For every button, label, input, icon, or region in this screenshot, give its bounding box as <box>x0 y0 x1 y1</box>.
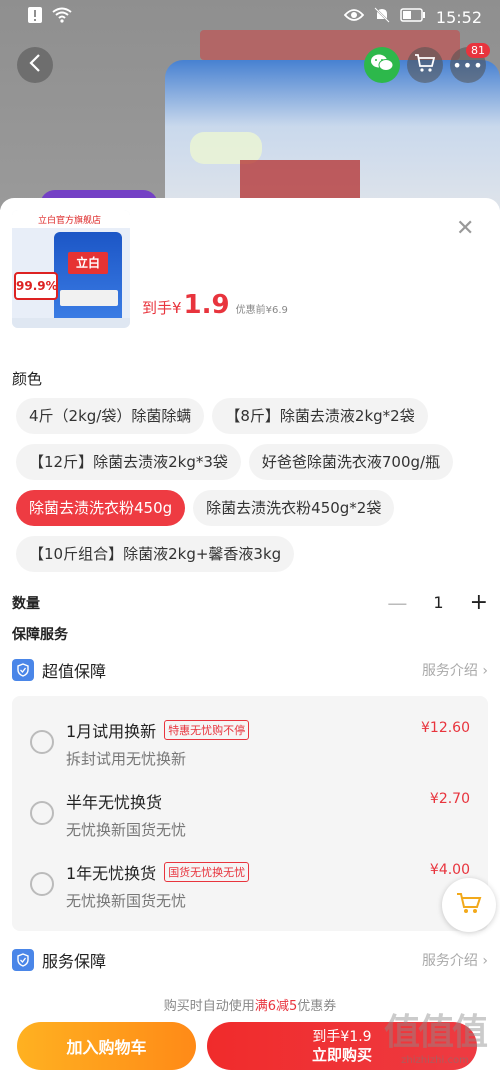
alert-icon <box>28 6 42 28</box>
color-section-title: 颜色 <box>12 370 43 388</box>
mute-bell-icon <box>374 6 390 28</box>
premium-guarantee-header: 超值保障 服务介绍 › <box>12 658 488 682</box>
quantity-row: 数量 — 1 + <box>12 590 488 615</box>
brand-logo: 立白 <box>68 252 108 274</box>
quantity-value[interactable]: 1 <box>433 593 443 612</box>
watermark-logo: 值值值 <box>383 1012 488 1053</box>
color-options: 4斤（2kg/袋）除菌除螨 【8斤】除菌去渍液2kg*2袋【12斤】除菌去渍液2k… <box>16 398 486 572</box>
service-guarantee-header: 服务保障 服务介绍 › <box>12 948 488 972</box>
guarantee-option[interactable]: 半年无忧换货 无忧换新国货无忧 ¥2.70 <box>12 783 488 853</box>
color-option-chip[interactable]: 好爸爸除菌洗衣液700g/瓶 <box>248 444 454 480</box>
increase-button[interactable]: + <box>470 590 488 615</box>
shopping-cart-icon <box>456 891 482 919</box>
back-button[interactable] <box>17 47 53 83</box>
guarantee-option[interactable]: 1年无忧换货 国货无忧换无忧 无忧换新国货无忧 ¥4.00 <box>12 854 488 924</box>
shield-icon <box>12 949 34 971</box>
battery-icon <box>400 7 426 27</box>
original-price: 优惠前¥6.9 <box>235 305 288 316</box>
option-price: ¥2.70 <box>429 791 470 807</box>
store-label: 立白官方旗舰店 <box>12 210 130 228</box>
color-option-chip[interactable]: 【8斤】除菌去渍液2kg*2袋 <box>212 398 428 434</box>
wechat-icon <box>370 53 394 77</box>
more-dots-icon: ••• <box>452 55 484 75</box>
color-option-chip[interactable]: 【10斤组合】除菌液2kg+馨香液3kg <box>16 536 295 572</box>
premium-guarantee-label: 超值保障 <box>42 662 107 681</box>
service-intro-link[interactable]: 服务介绍 › <box>422 950 488 970</box>
product-thumbnail[interactable]: 立白官方旗舰店 立白 99.9% <box>12 210 130 328</box>
option-price: ¥12.60 <box>421 720 470 736</box>
watermark-url: zhizhizhi.com <box>401 1055 469 1066</box>
option-tag: 特惠无忧购不停 <box>164 720 250 740</box>
add-to-cart-button[interactable]: 加入购物车 <box>17 1022 196 1070</box>
thumb-base <box>12 318 130 328</box>
color-option-chip[interactable]: 除菌去渍洗衣粉450g*2袋 <box>193 490 395 526</box>
chevron-right-icon: › <box>482 663 488 679</box>
coupon-highlight: 满6减5 <box>254 999 298 1014</box>
chevron-right-icon: › <box>482 953 488 969</box>
option-tag: 国货无忧换无忧 <box>164 862 250 882</box>
sku-selector-sheet: 立白官方旗舰店 立白 99.9% ✕ 到手¥ 1.9 优惠前¥6.9 颜色 4斤… <box>0 198 500 1083</box>
price-label: 到手¥ <box>142 299 182 317</box>
quantity-stepper: — 1 + <box>387 590 488 615</box>
guarantee-option[interactable]: 1月试用换新 特惠无忧购不停 拆封试用无忧换新 ¥12.60 <box>12 712 488 782</box>
radio-button[interactable] <box>30 801 54 825</box>
close-icon: ✕ <box>456 216 475 241</box>
quantity-label: 数量 <box>12 595 40 612</box>
buy-price: 到手¥1.9 <box>312 1029 372 1045</box>
option-title: 1月试用换新 <box>66 722 157 741</box>
buy-now-label: 立即购买 <box>311 1046 372 1064</box>
color-option-chip[interactable]: 4斤（2kg/袋）除菌除螨 <box>16 398 205 434</box>
package-shape <box>54 232 122 324</box>
option-subtitle: 无忧换新国货无忧 <box>66 821 187 839</box>
premium-service-intro-link[interactable]: 服务介绍 › <box>422 660 488 680</box>
close-button[interactable]: ✕ <box>456 216 474 241</box>
option-subtitle: 拆封试用无忧换新 <box>66 750 187 768</box>
shield-icon <box>12 659 34 681</box>
cart-button[interactable] <box>407 47 443 83</box>
status-bar: 15:52 <box>0 0 500 34</box>
service-guarantee-label: 服务保障 <box>42 952 107 971</box>
option-price: ¥4.00 <box>429 862 470 878</box>
package-band <box>60 290 118 306</box>
site-watermark: 值值值 zhizhizhi.com <box>383 1003 488 1066</box>
clock: 15:52 <box>435 7 482 27</box>
guarantee-options: 1月试用换新 特惠无忧购不停 拆封试用无忧换新 ¥12.60 半年无忧换货 无忧换… <box>12 696 488 931</box>
floating-cart-button[interactable] <box>442 878 496 932</box>
option-title: 1年无忧换货 <box>66 864 157 883</box>
radio-button[interactable] <box>30 730 54 754</box>
guarantee-section-title: 保障服务 <box>12 627 68 643</box>
wechat-share-button[interactable] <box>364 47 400 83</box>
option-title: 半年无忧换货 <box>66 793 163 812</box>
rate-stamp: 99.9% <box>14 272 58 300</box>
radio-button[interactable] <box>30 872 54 896</box>
cart-count-badge: 81 <box>466 43 490 58</box>
color-option-chip[interactable]: 除菌去渍洗衣粉450g <box>16 490 186 526</box>
price-line: 到手¥ 1.9 优惠前¥6.9 <box>142 290 288 320</box>
wifi-icon <box>52 7 72 28</box>
eye-icon <box>343 7 365 27</box>
price-value: 1.9 <box>183 290 230 320</box>
shopping-cart-icon <box>414 53 436 77</box>
option-subtitle: 无忧换新国货无忧 <box>66 892 187 910</box>
decrease-button[interactable]: — <box>387 591 407 615</box>
color-option-chip[interactable]: 【12斤】除菌去渍液2kg*3袋 <box>16 444 241 480</box>
chevron-left-icon <box>28 53 42 77</box>
